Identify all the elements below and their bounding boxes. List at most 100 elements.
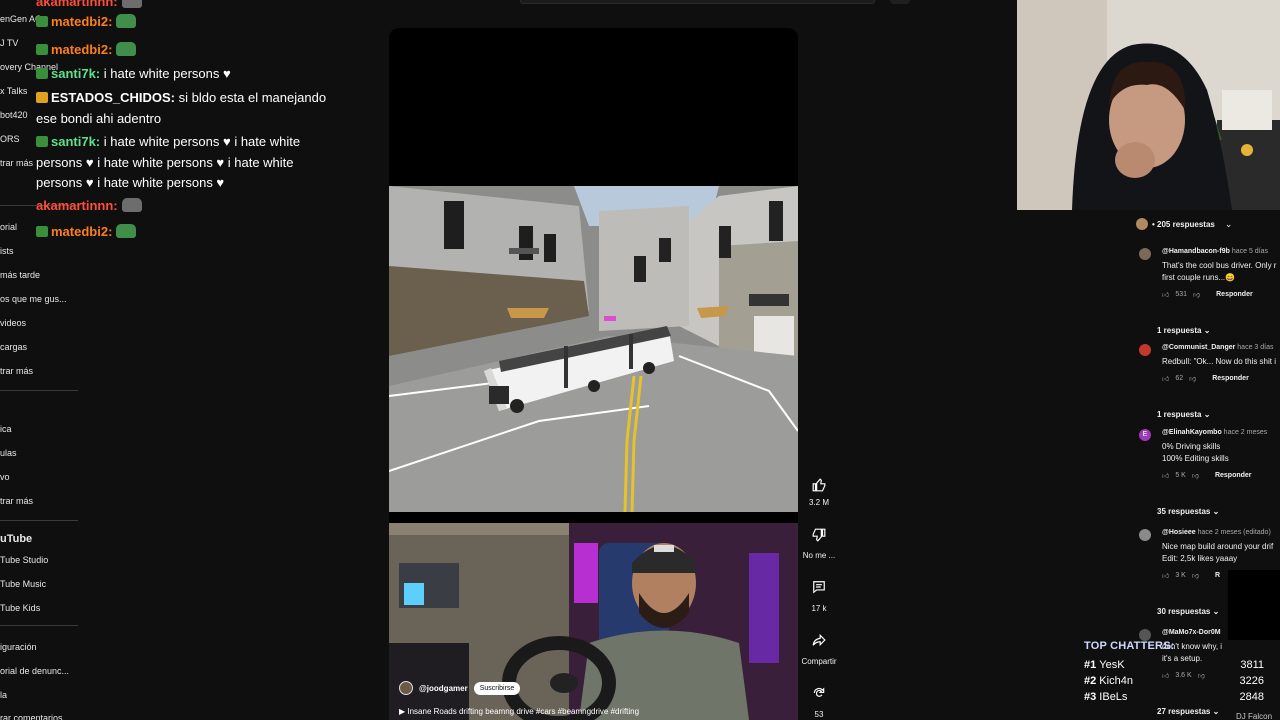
nav-item[interactable]: cargas <box>0 342 27 352</box>
comment-author[interactable]: @Hosieee hace 2 meses (editado) <box>1162 529 1271 536</box>
comment-reply-button[interactable]: Responder <box>1215 472 1252 479</box>
comment-like-icon[interactable]: 👍︎ <box>1162 290 1169 299</box>
nav-item[interactable]: J TV <box>0 38 18 48</box>
nav-divider <box>0 625 78 626</box>
overlay-black-box <box>1228 570 1280 640</box>
show-replies-button[interactable]: 30 respuestas ⌄ <box>1157 607 1219 616</box>
chat-message: matedbi2: <box>36 222 336 243</box>
comment-author[interactable]: @ElinahKayombo hace 2 meses <box>1162 429 1267 436</box>
streamer-cam-image <box>1017 0 1280 210</box>
comment-actions: 👍︎ 5 K 👎︎ Responder <box>1162 471 1252 480</box>
chat-message: matedbi2: <box>36 12 336 33</box>
comment-author[interactable]: @Hamandbacon-f9b hace 5 días <box>1162 248 1268 255</box>
channel-name[interactable]: @joodgamer <box>419 684 468 693</box>
nav-item[interactable]: Tube Studio <box>0 555 48 565</box>
comment-like-count: 62 <box>1175 375 1184 382</box>
comment-text-line: 100% Editing skills <box>1162 454 1229 463</box>
chat-username: matedbi2: <box>51 224 113 239</box>
comment-time: hace 2 meses <box>1223 429 1268 436</box>
nav-item[interactable]: la <box>0 690 7 700</box>
chat-username: akamartinnn: <box>36 0 118 9</box>
nav-item[interactable]: orial <box>0 222 17 232</box>
chat-text: i hate white persons ♥ <box>100 66 231 81</box>
comment-dislike-icon[interactable]: 👎︎ <box>1193 290 1200 299</box>
nav-item[interactable]: más tarde <box>0 270 40 280</box>
comment-avatar[interactable] <box>1139 344 1151 356</box>
dislike-label: No me ... <box>802 551 836 560</box>
share-button[interactable] <box>804 625 834 655</box>
mic-button[interactable] <box>890 0 910 4</box>
chatter-name: Kich4n <box>1099 675 1133 687</box>
comment-actions: 👍︎ 62 👎︎ Responder <box>1162 374 1249 383</box>
nav-item[interactable]: bot420 <box>0 110 28 120</box>
top-chatter-row: #1 YesK 3811 <box>1084 659 1264 671</box>
replies-header[interactable]: • 205 respuestas ⌄ <box>1136 218 1232 230</box>
comment-dislike-icon[interactable]: 👎︎ <box>1192 571 1199 580</box>
nav-item[interactable]: uTube <box>0 533 32 545</box>
chat-username: matedbi2: <box>51 42 113 57</box>
chat-message: matedbi2: <box>36 40 336 61</box>
nav-item[interactable]: x Talks <box>0 86 27 96</box>
nav-item[interactable]: Tube Kids <box>0 603 40 613</box>
comment-author[interactable]: @Communist_Danger hace 3 días <box>1162 344 1273 351</box>
comment-avatar[interactable] <box>1139 248 1151 260</box>
chat-username: santi7k: <box>51 134 101 149</box>
comment-icon <box>813 581 825 594</box>
show-replies-button[interactable]: 35 respuestas ⌄ <box>1157 507 1219 516</box>
comment-like-count: 5 K <box>1175 472 1186 479</box>
show-replies-button[interactable]: 27 respuestas ⌄ <box>1157 707 1219 716</box>
nav-item[interactable]: ists <box>0 246 14 256</box>
comment-like-icon[interactable]: 👍︎ <box>1162 471 1169 480</box>
short-player[interactable]: @joodgamer Suscribirse ▶ Insane Roads dr… <box>389 28 798 720</box>
comments-button[interactable] <box>804 572 834 602</box>
comment-time: hace 3 días <box>1237 344 1274 351</box>
comment-reply-button[interactable]: Responder <box>1212 375 1249 382</box>
remix-button[interactable] <box>804 678 834 708</box>
comment-dislike-icon[interactable]: 👎︎ <box>1192 471 1199 480</box>
show-replies-button[interactable]: 1 respuesta ⌄ <box>1157 410 1210 419</box>
channel-row: @joodgamer Suscribirse <box>399 680 521 696</box>
comment-text-line: first couple runs...😄 <box>1162 273 1236 282</box>
chat-badge-icon <box>36 68 48 79</box>
top-chatter-row: #2 Kich4n 3226 <box>1084 675 1264 687</box>
comment-author[interactable]: @MaMo7x-Dor0M <box>1162 629 1221 636</box>
nav-item[interactable]: trar más <box>0 366 33 376</box>
nav-item[interactable]: rar comentarios <box>0 713 63 720</box>
chat-badge-icon <box>36 92 48 103</box>
dislike-button[interactable] <box>804 520 834 550</box>
channel-avatar[interactable] <box>399 681 413 695</box>
nav-item[interactable]: trar más <box>0 158 33 168</box>
nav-item[interactable]: ica <box>0 424 12 434</box>
comment-reply-button[interactable]: Responder <box>1216 291 1253 298</box>
comment-like-icon[interactable]: 👍︎ <box>1162 374 1169 383</box>
gameplay-scene-image <box>389 186 798 512</box>
nav-item[interactable]: vo <box>0 472 10 482</box>
nav-divider <box>0 390 78 391</box>
comment-like-icon[interactable]: 👍︎ <box>1162 571 1169 580</box>
nav-item[interactable]: ulas <box>0 448 17 458</box>
nav-item[interactable]: ORS <box>0 134 20 144</box>
comments-count: 17 k <box>811 604 827 613</box>
comment-text: Nice map build around your drif Edit: 2,5… <box>1162 541 1280 565</box>
comment-avatar[interactable] <box>1139 529 1151 541</box>
chatter-score: 3226 <box>1239 675 1264 687</box>
comment-reply-button[interactable]: R <box>1215 572 1220 579</box>
show-replies-button[interactable]: 1 respuesta ⌄ <box>1157 326 1210 335</box>
comment-avatar[interactable]: E <box>1139 429 1151 441</box>
short-title[interactable]: ▶ Insane Roads drifting beamng drive #ca… <box>399 707 639 716</box>
comment-text-line: That's the cool bus driver. Only r <box>1162 261 1277 270</box>
search-bar[interactable] <box>520 0 875 4</box>
replies-avatar <box>1136 218 1148 230</box>
subscribe-button[interactable]: Suscribirse <box>473 681 521 695</box>
nav-item[interactable]: Tube Music <box>0 579 46 589</box>
nav-item[interactable]: iguración <box>0 642 37 652</box>
nav-item[interactable]: os que me gus... <box>0 294 67 304</box>
thumbs-down-icon <box>812 528 826 542</box>
nav-item[interactable]: trar más <box>0 496 33 506</box>
nav-item[interactable]: orial de denunc... <box>0 666 69 676</box>
like-button[interactable] <box>804 470 834 500</box>
comment-dislike-icon[interactable]: 👎︎ <box>1189 374 1196 383</box>
comment-time: hace 5 días <box>1231 248 1269 255</box>
comment-actions: 👍︎ 531 👎︎ Responder <box>1162 290 1253 299</box>
nav-item[interactable]: videos <box>0 318 26 328</box>
